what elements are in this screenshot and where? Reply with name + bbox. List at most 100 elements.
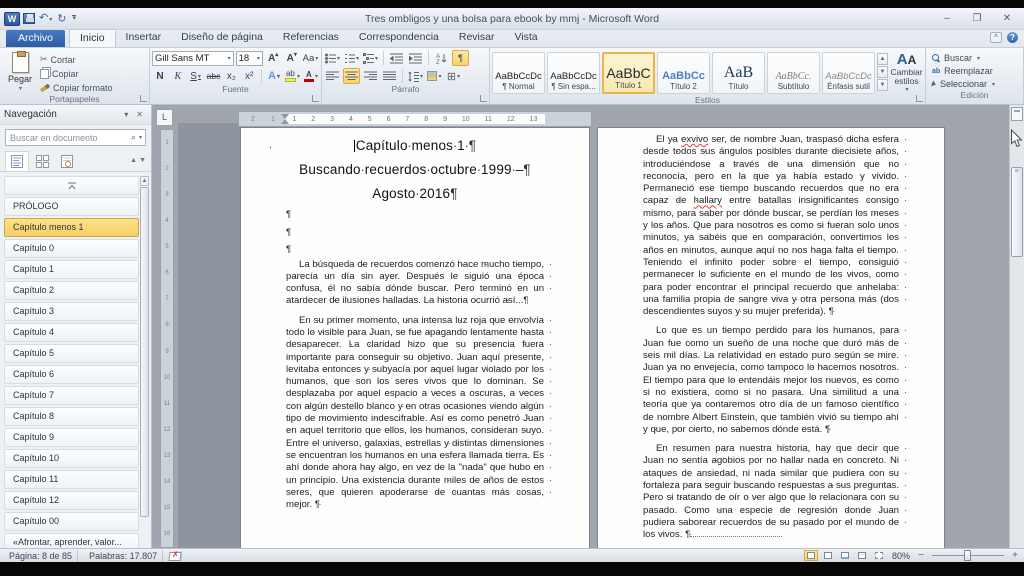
search-options-icon[interactable]: ▾ (139, 134, 145, 141)
nav-item[interactable]: Capítulo 11 (4, 470, 139, 489)
vertical-ruler[interactable]: 12345678910111213141516 (160, 129, 174, 548)
zoom-slider-thumb[interactable] (964, 550, 971, 561)
tab-revisar[interactable]: Revisar (449, 29, 505, 47)
nav-scroll-up-icon[interactable]: ▲ (140, 176, 149, 186)
align-left-button[interactable] (324, 68, 341, 84)
nav-item[interactable]: Capítulo 2 (4, 281, 139, 300)
decrease-indent-button[interactable] (388, 50, 405, 66)
tab-referencias[interactable]: Referencias (273, 29, 349, 47)
draft-view-button[interactable] (872, 550, 886, 561)
nav-item[interactable]: Capítulo 0 (4, 239, 139, 258)
tab-dise-o-de-p-gina[interactable]: Diseño de página (171, 29, 273, 47)
styles-dialog-launcher[interactable] (916, 95, 923, 102)
gallery-more-icon[interactable]: ▼ (877, 79, 888, 91)
nav-item[interactable]: Capítulo 7 (4, 386, 139, 405)
align-right-button[interactable] (362, 68, 379, 84)
close-button[interactable]: ✕ (1000, 13, 1014, 24)
strikethrough-button[interactable]: abc (206, 68, 222, 84)
shading-button[interactable]: ▾ (426, 68, 443, 84)
multilevel-list-button[interactable]: ▾ (362, 50, 379, 66)
tab-browse-results[interactable] (55, 151, 79, 171)
increase-indent-button[interactable] (407, 50, 424, 66)
paragraph-dialog-launcher[interactable] (480, 95, 487, 102)
tab-stop-selector[interactable]: L (156, 109, 173, 126)
line-spacing-button[interactable]: ▾ (407, 68, 424, 84)
style--normal[interactable]: AaBbCcDc¶ Normal (492, 52, 545, 94)
zoom-level[interactable]: 80% (889, 551, 913, 561)
style-t-tulo-2[interactable]: AaBbCcTítulo 2 (657, 52, 710, 94)
tab-vista[interactable]: Vista (504, 29, 547, 47)
tab-inicio[interactable]: Inicio (69, 29, 116, 47)
nav-item[interactable]: Capítulo 12 (4, 491, 139, 510)
cut-button[interactable]: ✂Cortar (38, 53, 115, 66)
scrollbar-thumb[interactable] (1011, 167, 1023, 257)
font-color-button[interactable]: A▾ (303, 68, 319, 84)
gallery-down-icon[interactable]: ▼ (877, 66, 888, 78)
underline-button[interactable]: S▾ (188, 68, 204, 84)
nav-item[interactable]: Capítulo 6 (4, 365, 139, 384)
justify-button[interactable] (381, 68, 398, 84)
shrink-font-button[interactable]: A▾ (283, 50, 300, 66)
nav-item[interactable]: Capítulo 4 (4, 323, 139, 342)
nav-item[interactable]: Capítulo 9 (4, 428, 139, 447)
nav-item[interactable]: Capítulo 10 (4, 449, 139, 468)
paste-button[interactable]: Pegar▾ (2, 50, 38, 92)
style-t-tulo[interactable]: AaBTítulo (712, 52, 765, 94)
nav-item[interactable]: PRÓLOGO (4, 197, 139, 216)
horizontal-ruler[interactable]: 21 12345678910111213 (238, 111, 592, 127)
tab-correspondencia[interactable]: Correspondencia (349, 29, 449, 47)
gallery-up-icon[interactable]: ▲ (877, 53, 888, 65)
navigation-close-icon[interactable]: ✕ (132, 110, 147, 119)
nav-item[interactable]: «Afrontar, aprender, valor... (4, 533, 139, 548)
nav-item[interactable]: Capítulo 3 (4, 302, 139, 321)
text-effects-button[interactable]: A▾ (266, 68, 282, 84)
minimize-ribbon-icon[interactable]: ^ (990, 32, 1002, 43)
nav-item[interactable]: Capítulo 8 (4, 407, 139, 426)
grow-font-button[interactable]: A▴ (265, 50, 282, 66)
web-layout-view-button[interactable] (838, 550, 852, 561)
bold-button[interactable]: N (152, 68, 168, 84)
previous-heading-icon[interactable]: ▲ (130, 157, 137, 164)
italic-button[interactable]: K (170, 68, 186, 84)
find-button[interactable]: Buscar▾ (932, 52, 1021, 64)
zoom-out-button[interactable]: − (916, 551, 926, 561)
style--sin-espa-[interactable]: AaBbCcDc¶ Sin espa... (547, 52, 600, 94)
outline-view-button[interactable] (855, 550, 869, 561)
bullets-button[interactable]: ▾ (324, 50, 341, 66)
help-icon[interactable]: ? (1007, 32, 1018, 43)
restore-button[interactable]: ❐ (970, 13, 984, 24)
nav-scrollbar[interactable]: ▲ (140, 176, 149, 546)
nav-item[interactable]: Capítulo 1 (4, 260, 139, 279)
nav-scroll-thumb[interactable] (140, 187, 149, 517)
style--nfasis-sutil[interactable]: AaBbCcDcÉnfasis sutil (822, 52, 875, 94)
search-icon[interactable]: ⌕ (129, 132, 138, 143)
borders-button[interactable]: ⊞▾ (445, 68, 462, 84)
sort-button[interactable]: AZ (433, 50, 450, 66)
change-case-button[interactable]: Aa▾ (302, 50, 319, 66)
print-layout-view-button[interactable] (804, 550, 818, 561)
search-input[interactable] (6, 133, 129, 143)
show-marks-button[interactable]: ¶ (452, 50, 469, 66)
nav-collapse-button[interactable] (4, 176, 139, 195)
page-count-status[interactable]: Página: 8 de 85 (4, 550, 78, 562)
replace-button[interactable]: abReemplazar (932, 65, 1021, 77)
subscript-button[interactable]: x₂ (223, 68, 239, 84)
navigation-menu-icon[interactable]: ▾ (120, 110, 132, 119)
hanging-indent-marker[interactable] (281, 119, 289, 124)
font-dialog-launcher[interactable] (312, 95, 319, 102)
document-page-2[interactable]: El ya exvivo ser, de nombre Juan, traspa… (597, 127, 945, 548)
highlight-button[interactable]: ab▾ (284, 68, 301, 84)
nav-item[interactable]: Capítulo menos 1 (4, 218, 139, 237)
word-count-status[interactable]: Palabras: 17.807 (84, 550, 163, 562)
document-page-1[interactable]: . Capítulo menos 1 ¶Buscando recuerdos o… (240, 127, 590, 548)
clipboard-dialog-launcher[interactable] (140, 95, 147, 102)
numbering-button[interactable]: ▾ (343, 50, 360, 66)
nav-item[interactable]: Capítulo 5 (4, 344, 139, 363)
superscript-button[interactable]: x² (241, 68, 257, 84)
copy-button[interactable]: Copiar (38, 67, 115, 80)
spellcheck-status-icon[interactable] (169, 551, 182, 561)
nav-item[interactable]: Capítulo 00 (4, 512, 139, 531)
ruler-toggle-icon[interactable] (1011, 107, 1023, 121)
tab-archivo[interactable]: Archivo (6, 30, 65, 47)
style-subt-tulo[interactable]: AaBbCc.Subtítulo (767, 52, 820, 94)
